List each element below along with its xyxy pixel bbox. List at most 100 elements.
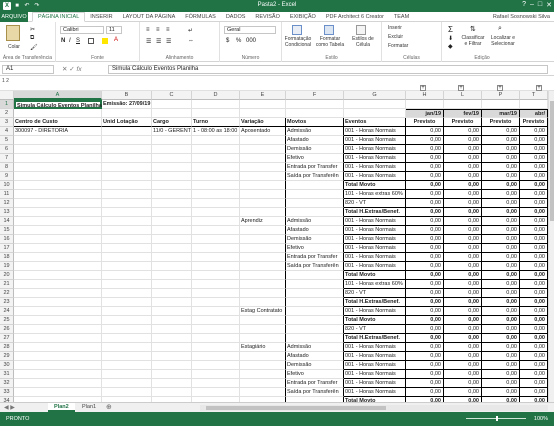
cell-g8[interactable]: 001 - Horas Normais [344, 163, 406, 172]
cell-h8[interactable]: 0,00 [406, 163, 444, 172]
cell-p4[interactable]: 0,00 [482, 127, 520, 136]
cell-l22[interactable]: 0,00 [444, 289, 482, 298]
cell-l6[interactable]: 0,00 [444, 145, 482, 154]
copy-icon[interactable]: ⧉ [30, 35, 34, 42]
cell-a8[interactable] [14, 163, 102, 172]
cell-t23[interactable]: 0,00 [520, 298, 548, 307]
cell-t30[interactable]: 0,00 [520, 361, 548, 370]
cell-p11[interactable]: 0,00 [482, 190, 520, 199]
cell-d10[interactable] [192, 181, 240, 190]
cell-a26[interactable] [14, 325, 102, 334]
cell-b28[interactable] [102, 343, 152, 352]
cell-p31[interactable]: 0,00 [482, 370, 520, 379]
cell-e20[interactable] [240, 271, 286, 280]
cell-l5[interactable]: 0,00 [444, 136, 482, 145]
row-header[interactable]: 30 [0, 361, 14, 370]
cell-h3[interactable]: Previsto [406, 118, 444, 127]
cell-p5[interactable]: 0,00 [482, 136, 520, 145]
cell-e31[interactable] [240, 370, 286, 379]
cell-a7[interactable] [14, 154, 102, 163]
cell-d26[interactable] [192, 325, 240, 334]
row-header[interactable]: 8 [0, 163, 14, 172]
cell-g23[interactable]: Total H.Extras/Benef. [344, 298, 406, 307]
cell-d15[interactable] [192, 226, 240, 235]
cell-h10[interactable]: 0,00 [406, 181, 444, 190]
cell-h20[interactable]: 0,00 [406, 271, 444, 280]
select-all-corner[interactable] [0, 91, 14, 100]
cell-h6[interactable]: 0,00 [406, 145, 444, 154]
cell-b21[interactable] [102, 280, 152, 289]
cell-c7[interactable] [152, 154, 192, 163]
cell-l19[interactable]: 0,00 [444, 262, 482, 271]
cell-d16[interactable] [192, 235, 240, 244]
cell-g16[interactable]: 001 - Horas Normais [344, 235, 406, 244]
align-bottom-icon[interactable]: ≡ [166, 27, 170, 33]
cell-p23[interactable]: 0,00 [482, 298, 520, 307]
cell-g21[interactable]: 101 - Horas extras 60% [344, 280, 406, 289]
cell-d8[interactable] [192, 163, 240, 172]
number-format-select[interactable]: Geral [224, 26, 276, 34]
cell-f14[interactable]: Admissão [286, 217, 344, 226]
cell-l12[interactable]: 0,00 [444, 199, 482, 208]
cell-e5[interactable] [240, 136, 286, 145]
cell-styles-icon[interactable] [356, 25, 366, 35]
cell-c3[interactable]: Cargo [152, 118, 192, 127]
cell-a24[interactable] [14, 307, 102, 316]
cell-a13[interactable] [14, 208, 102, 217]
sort-filter-icon[interactable]: ⇅ [470, 25, 476, 33]
cell-b22[interactable] [102, 289, 152, 298]
cell-c14[interactable] [152, 217, 192, 226]
cell-p12[interactable]: 0,00 [482, 199, 520, 208]
cell-a32[interactable] [14, 379, 102, 388]
cell-a22[interactable] [14, 289, 102, 298]
sheet-nav-arrows-icon[interactable]: ◀ ▶ [4, 404, 15, 411]
cell-d32[interactable] [192, 379, 240, 388]
cell-f2[interactable] [286, 109, 344, 118]
cell-a3[interactable]: Centro de Custo [14, 118, 102, 127]
underline-icon[interactable]: S [76, 38, 80, 44]
cell-t14[interactable]: 0,00 [520, 217, 548, 226]
row-header[interactable]: 29 [0, 352, 14, 361]
cell-l4[interactable]: 0,00 [444, 127, 482, 136]
cell-a21[interactable] [14, 280, 102, 289]
paste-icon[interactable] [6, 25, 20, 41]
cell-b20[interactable] [102, 271, 152, 280]
cell-f18[interactable]: Entrada por Transfer [286, 253, 344, 262]
sheet-tab-plan2[interactable]: Plan2 [48, 403, 75, 412]
cell-p7[interactable]: 0,00 [482, 154, 520, 163]
row-header[interactable]: 21 [0, 280, 14, 289]
cell-l11[interactable]: 0,00 [444, 190, 482, 199]
cell-g28[interactable]: 001 - Horas Normais [344, 343, 406, 352]
cell-d22[interactable] [192, 289, 240, 298]
row-header[interactable]: 16 [0, 235, 14, 244]
row-header[interactable]: 11 [0, 190, 14, 199]
cell-f25[interactable] [286, 316, 344, 325]
zoom-level[interactable]: 100% [534, 416, 548, 422]
cell-a15[interactable] [14, 226, 102, 235]
align-right-icon[interactable]: ☰ [166, 38, 171, 45]
maximize-icon[interactable]: □ [538, 1, 542, 9]
cell-t32[interactable]: 0,00 [520, 379, 548, 388]
cell-l33[interactable]: 0,00 [444, 388, 482, 397]
cell-d21[interactable] [192, 280, 240, 289]
font-color-icon[interactable]: A [114, 37, 118, 43]
cell-e22[interactable] [240, 289, 286, 298]
cell-p19[interactable]: 0,00 [482, 262, 520, 271]
cell-c25[interactable] [152, 316, 192, 325]
tab-team[interactable]: TEAM [389, 12, 414, 22]
cell-h9[interactable]: 0,00 [406, 172, 444, 181]
cell-h5[interactable]: 0,00 [406, 136, 444, 145]
cell-b17[interactable] [102, 244, 152, 253]
cell-h19[interactable]: 0,00 [406, 262, 444, 271]
cell-t13[interactable]: 0,00 [520, 208, 548, 217]
cell-f31[interactable]: Efetivo [286, 370, 344, 379]
cell-g12[interactable]: 820 - VT [344, 199, 406, 208]
cell-f13[interactable] [286, 208, 344, 217]
cell-b7[interactable] [102, 154, 152, 163]
row-header[interactable]: 5 [0, 136, 14, 145]
cell-a5[interactable] [14, 136, 102, 145]
cell-g30[interactable]: 001 - Horas Normais [344, 361, 406, 370]
row-header[interactable]: 2 [0, 109, 14, 118]
cell-b1[interactable]: Emissão: 27/09/19 [102, 100, 152, 109]
cell-g25[interactable]: Total Movto [344, 316, 406, 325]
